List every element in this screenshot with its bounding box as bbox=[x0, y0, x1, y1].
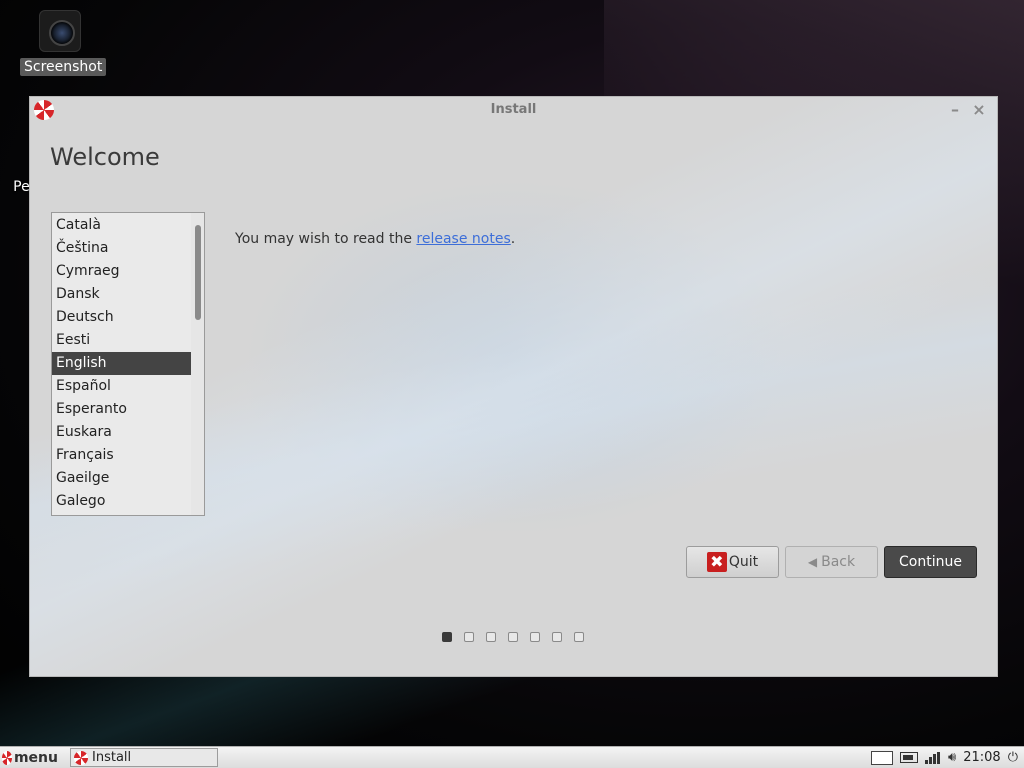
system-tray: 🔊︎ 21:08 ⏻ bbox=[871, 747, 1018, 768]
language-option[interactable]: Español bbox=[52, 375, 192, 398]
step-dot bbox=[464, 632, 474, 642]
language-option[interactable]: Eesti bbox=[52, 329, 192, 352]
release-notes-link[interactable]: release notes bbox=[416, 231, 510, 247]
language-option[interactable]: English bbox=[52, 352, 192, 375]
clock[interactable]: 21:08 bbox=[963, 750, 1000, 765]
language-option[interactable]: Dansk bbox=[52, 283, 192, 306]
language-option[interactable]: Deutsch bbox=[52, 306, 192, 329]
language-option[interactable]: Català bbox=[52, 214, 192, 237]
peppermint-logo-icon bbox=[34, 100, 54, 120]
window-title: Install bbox=[490, 102, 537, 117]
peppermint-logo-icon bbox=[2, 750, 12, 765]
desktop-icon-label: Screenshot bbox=[20, 58, 107, 76]
step-dot bbox=[508, 632, 518, 642]
language-list-scrollbar[interactable] bbox=[191, 213, 204, 515]
language-option[interactable]: Esperanto bbox=[52, 398, 192, 421]
quit-button[interactable]: ✖ Quit bbox=[686, 546, 779, 578]
power-icon[interactable]: ⏻ bbox=[1008, 750, 1018, 765]
desktop-icon-screenshot[interactable]: Screenshot bbox=[20, 10, 107, 76]
back-button[interactable]: ◀ Back bbox=[785, 546, 878, 578]
peppermint-logo-icon bbox=[74, 750, 88, 765]
taskbar-item-install[interactable]: Install bbox=[70, 748, 218, 767]
language-list[interactable]: Català Čeština Cymraeg Dansk Deutsch Eesti Eng… bbox=[51, 212, 205, 516]
page-title: Welcome bbox=[50, 143, 160, 171]
step-dot bbox=[486, 632, 496, 642]
step-dot bbox=[552, 632, 562, 642]
language-option[interactable]: Galego bbox=[52, 490, 192, 513]
scrollbar-thumb[interactable] bbox=[195, 225, 201, 320]
install-window: Install – × Welcome Català Čeština Cymraeg… bbox=[29, 96, 998, 677]
close-button[interactable]: × bbox=[969, 100, 989, 120]
quit-icon: ✖ bbox=[706, 552, 727, 572]
taskbar: menu Install 🔊︎ 21:08 ⏻ bbox=[0, 746, 1024, 768]
network-signal-icon[interactable] bbox=[925, 751, 941, 764]
step-dot bbox=[442, 632, 452, 642]
step-dot bbox=[530, 632, 540, 642]
release-notes-text: You may wish to read the release notes. bbox=[235, 231, 516, 247]
minimize-button[interactable]: – bbox=[945, 100, 965, 120]
battery-icon[interactable] bbox=[900, 752, 919, 763]
workspace-switcher-icon[interactable] bbox=[871, 750, 894, 765]
volume-icon[interactable]: 🔊︎ bbox=[948, 750, 956, 765]
language-option[interactable]: Cymraeg bbox=[52, 260, 192, 283]
continue-button[interactable]: Continue bbox=[884, 546, 977, 578]
language-option[interactable]: Euskara bbox=[52, 421, 192, 444]
window-titlebar[interactable]: Install – × bbox=[30, 97, 997, 123]
step-dot bbox=[574, 632, 584, 642]
menu-button[interactable]: menu bbox=[0, 747, 58, 768]
arrow-left-icon: ◀ bbox=[807, 555, 818, 569]
language-option[interactable]: Čeština bbox=[52, 237, 192, 260]
step-indicator bbox=[442, 632, 584, 642]
language-option[interactable]: Gaeilge bbox=[52, 467, 192, 490]
camera-icon bbox=[39, 10, 81, 52]
language-option[interactable]: Français bbox=[52, 444, 192, 467]
